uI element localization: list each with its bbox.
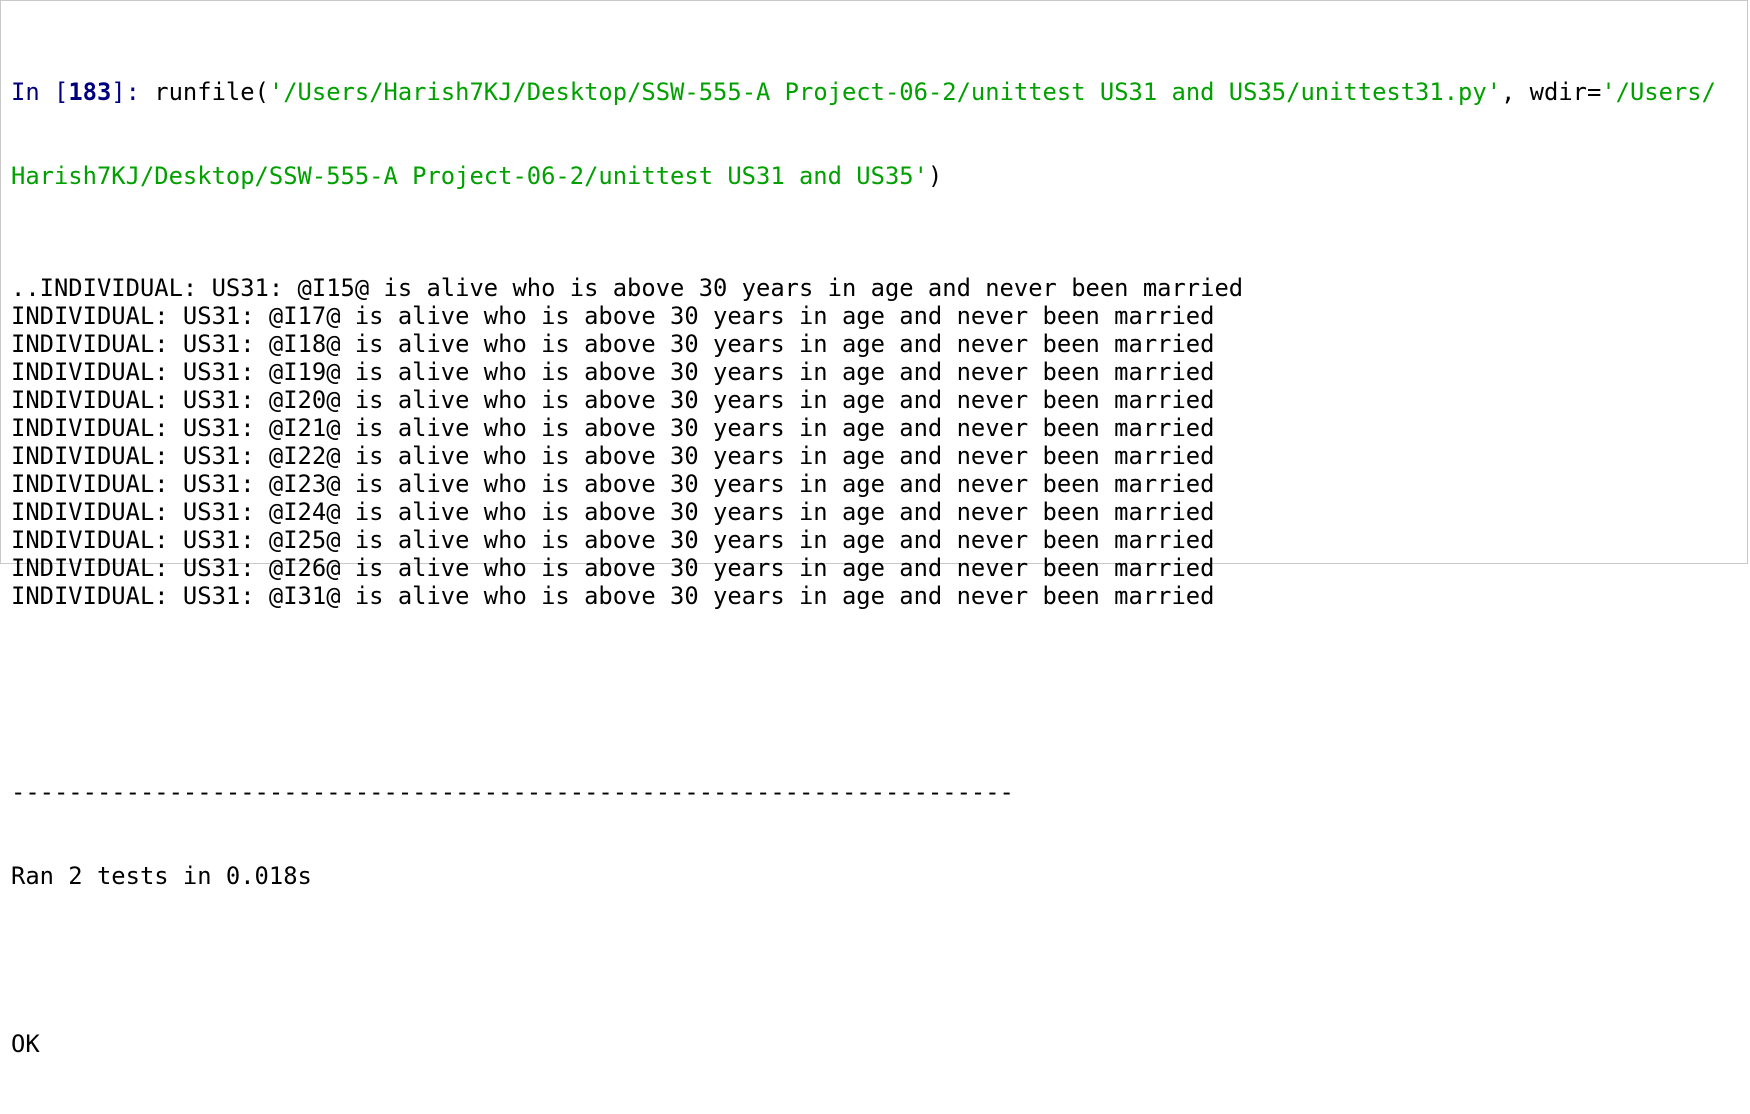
- command-wdir-arg-part2: Harish7KJ/Desktop/SSW-555-A Project-06-2…: [11, 162, 928, 190]
- output-lines: ..INDIVIDUAL: US31: @I15@ is alive who i…: [11, 274, 1716, 610]
- test-separator: ----------------------------------------…: [11, 778, 1014, 806]
- output-line: INDIVIDUAL: US31: @I31@ is alive who is …: [11, 582, 1215, 610]
- command-wdir-arg-part1: '/Users/: [1601, 78, 1716, 106]
- output-line: INDIVIDUAL: US31: @I20@ is alive who is …: [11, 386, 1215, 414]
- output-line: INDIVIDUAL: US31: @I19@ is alive who is …: [11, 358, 1215, 386]
- output-line: INDIVIDUAL: US31: @I21@ is alive who is …: [11, 414, 1215, 442]
- prompt-close: ]:: [111, 78, 155, 106]
- command-path-arg: '/Users/Harish7KJ/Desktop/SSW-555-A Proj…: [268, 78, 1502, 106]
- prompt-in-label: In [: [11, 78, 69, 106]
- command-sep: , wdir=: [1501, 78, 1602, 106]
- output-line: ..INDIVIDUAL: US31: @I15@ is alive who i…: [11, 274, 1244, 302]
- output-line: INDIVIDUAL: US31: @I17@ is alive who is …: [11, 302, 1215, 330]
- output-line: INDIVIDUAL: US31: @I25@ is alive who is …: [11, 526, 1215, 554]
- test-result: OK: [11, 1030, 40, 1058]
- ipython-console[interactable]: In [183]: runfile('/Users/Harish7KJ/Desk…: [0, 0, 1748, 1058]
- console-output: In [183]: runfile('/Users/Harish7KJ/Desk…: [11, 22, 1716, 1114]
- input-line-2: Harish7KJ/Desktop/SSW-555-A Project-06-2…: [11, 162, 1716, 190]
- output-line: INDIVIDUAL: US31: @I24@ is alive who is …: [11, 498, 1215, 526]
- command-func: runfile(: [154, 78, 269, 106]
- command-close: ): [927, 162, 943, 190]
- test-summary: Ran 2 tests in 0.018s: [11, 862, 312, 890]
- input-line-1: In [183]: runfile('/Users/Harish7KJ/Desk…: [11, 78, 1716, 106]
- output-line: INDIVIDUAL: US31: @I26@ is alive who is …: [11, 554, 1215, 582]
- prompt-number: 183: [68, 78, 112, 106]
- output-line: INDIVIDUAL: US31: @I18@ is alive who is …: [11, 330, 1215, 358]
- output-line: INDIVIDUAL: US31: @I22@ is alive who is …: [11, 442, 1215, 470]
- output-line: INDIVIDUAL: US31: @I23@ is alive who is …: [11, 470, 1215, 498]
